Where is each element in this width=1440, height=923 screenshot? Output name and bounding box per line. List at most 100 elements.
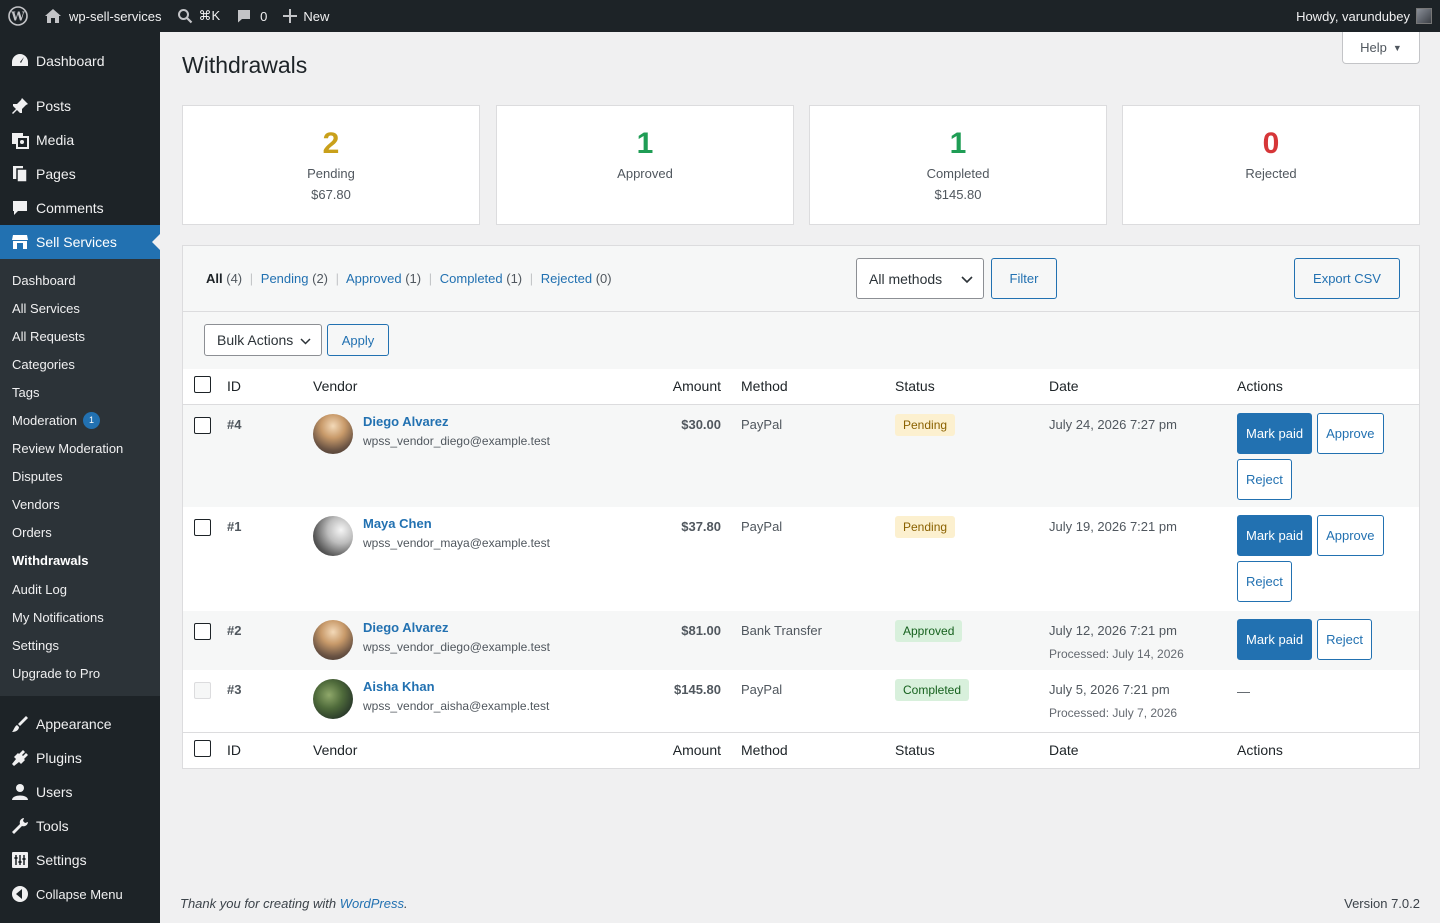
- approve-button[interactable]: Approve: [1317, 515, 1384, 556]
- filter-button[interactable]: Filter: [991, 258, 1057, 299]
- vendor-name-link[interactable]: Diego Alvarez: [363, 414, 550, 429]
- submenu-all-requests[interactable]: All Requests: [0, 322, 160, 350]
- comments-link[interactable]: 0: [228, 0, 275, 32]
- column-amount[interactable]: Amount: [613, 369, 741, 405]
- new-content-link[interactable]: New: [275, 0, 337, 32]
- submenu-tags[interactable]: Tags: [0, 378, 160, 406]
- column-amount-footer[interactable]: Amount: [613, 731, 741, 768]
- approve-button[interactable]: Approve: [1317, 412, 1384, 454]
- submenu-all-services[interactable]: All Services: [0, 294, 160, 322]
- my-account-link[interactable]: Howdy, varundubey: [1296, 8, 1440, 24]
- select-all-checkbox-footer[interactable]: [194, 740, 211, 758]
- column-vendor[interactable]: Vendor: [313, 369, 613, 405]
- column-status-footer[interactable]: Status: [895, 731, 1049, 768]
- processed-date: Processed: July 14, 2026: [1049, 647, 1184, 661]
- column-id[interactable]: ID: [227, 369, 313, 405]
- vendor-name-link[interactable]: Maya Chen: [363, 516, 550, 531]
- row-checkbox[interactable]: [194, 416, 211, 434]
- wordpress-logo-icon[interactable]: W: [0, 0, 36, 32]
- command-search-button[interactable]: ⌘K: [169, 0, 228, 32]
- site-name-link[interactable]: wp-sell-services: [36, 0, 169, 32]
- column-vendor-footer[interactable]: Vendor: [313, 731, 613, 768]
- view-count: (4): [226, 271, 243, 286]
- view-count: (2): [312, 271, 329, 286]
- menu-comments[interactable]: Comments: [0, 191, 160, 225]
- help-tab-button[interactable]: Help ▼: [1342, 32, 1420, 64]
- submenu-disputes[interactable]: Disputes: [0, 463, 160, 491]
- withdrawal-amount: $81.00: [681, 623, 721, 638]
- stat-amount: $67.80: [311, 187, 351, 202]
- apply-button[interactable]: Apply: [327, 324, 389, 356]
- column-id-footer[interactable]: ID: [227, 731, 313, 768]
- home-icon: [44, 8, 62, 24]
- method-filter-select[interactable]: All methods: [856, 258, 984, 299]
- reject-button[interactable]: Reject: [1317, 619, 1372, 660]
- view-completed-link[interactable]: Completed: [440, 271, 503, 286]
- submenu-withdrawals[interactable]: Withdrawals: [0, 547, 160, 575]
- submenu-categories[interactable]: Categories: [0, 350, 160, 378]
- column-method[interactable]: Method: [741, 369, 895, 405]
- column-status[interactable]: Status: [895, 369, 1049, 405]
- view-approved-link[interactable]: Approved: [346, 271, 402, 286]
- menu-users[interactable]: Users: [0, 775, 160, 809]
- view-rejected-link[interactable]: Rejected: [541, 271, 592, 286]
- submenu-audit-log[interactable]: Audit Log: [0, 575, 160, 603]
- withdrawal-amount: $37.80: [681, 519, 721, 534]
- select-all-cell: [183, 369, 227, 405]
- mark-paid-button[interactable]: Mark paid: [1237, 515, 1313, 556]
- vendor-email: wpss_vendor_maya@example.test: [363, 536, 550, 550]
- status-badge: Pending: [895, 413, 956, 436]
- menu-media[interactable]: Media: [0, 123, 160, 157]
- chevron-down-icon: [961, 271, 973, 287]
- collapse-menu-button[interactable]: Collapse Menu: [0, 877, 160, 911]
- avatar: [313, 413, 353, 454]
- reject-button[interactable]: Reject: [1237, 561, 1292, 602]
- menu-pages[interactable]: Pages: [0, 157, 160, 191]
- withdrawal-method: PayPal: [741, 416, 783, 432]
- wordpress-link[interactable]: WordPress: [340, 896, 404, 911]
- menu-tools[interactable]: Tools: [0, 809, 160, 843]
- comment-icon: [236, 8, 252, 24]
- column-date-footer[interactable]: Date: [1049, 731, 1237, 768]
- processed-date: Processed: July 7, 2026: [1049, 706, 1178, 720]
- row-checkbox[interactable]: [194, 519, 211, 536]
- view-all-link[interactable]: All: [206, 271, 223, 286]
- status-badge: Completed: [895, 679, 970, 701]
- menu-appearance[interactable]: Appearance: [0, 707, 160, 741]
- mark-paid-button[interactable]: Mark paid: [1237, 412, 1313, 454]
- brush-icon: [10, 714, 30, 734]
- submenu-settings[interactable]: Settings: [0, 631, 160, 659]
- reject-button[interactable]: Reject: [1237, 458, 1292, 500]
- admin-sidebar: Dashboard Posts Media Pages Comments Sel…: [0, 32, 160, 923]
- withdrawals-panel: All (4) | Pending (2) | Approved (1) | C…: [182, 245, 1420, 769]
- svg-text:W: W: [10, 10, 25, 24]
- bulk-actions-select[interactable]: Bulk Actions: [204, 324, 322, 356]
- submenu-review-moderation[interactable]: Review Moderation: [0, 435, 160, 463]
- submenu-my-notifications[interactable]: My Notifications: [0, 603, 160, 631]
- column-date[interactable]: Date: [1049, 369, 1237, 405]
- vendor-name-link[interactable]: Aisha Khan: [363, 679, 549, 694]
- withdrawal-id: #3: [227, 682, 242, 697]
- pin-icon: [10, 96, 30, 116]
- vendor-name-link[interactable]: Diego Alvarez: [363, 620, 550, 635]
- submenu-upgrade-to-pro[interactable]: Upgrade to Pro: [0, 659, 160, 687]
- column-actions: Actions: [1237, 369, 1419, 405]
- export-csv-button[interactable]: Export CSV: [1294, 258, 1400, 299]
- submenu-moderation[interactable]: Moderation 1: [0, 406, 160, 434]
- submenu-vendors[interactable]: Vendors: [0, 491, 160, 519]
- submenu-orders[interactable]: Orders: [0, 519, 160, 547]
- mark-paid-button[interactable]: Mark paid: [1237, 619, 1313, 660]
- column-method-footer[interactable]: Method: [741, 731, 895, 768]
- submenu-dashboard[interactable]: Dashboard: [0, 266, 160, 294]
- moderation-count-badge: 1: [83, 412, 101, 430]
- site-name: wp-sell-services: [69, 8, 162, 24]
- menu-dashboard[interactable]: Dashboard: [0, 44, 160, 78]
- select-all-checkbox[interactable]: [194, 376, 211, 394]
- menu-settings[interactable]: Settings: [0, 843, 160, 877]
- view-pending-link[interactable]: Pending: [261, 271, 309, 286]
- menu-sell-services[interactable]: Sell Services: [0, 225, 160, 259]
- row-checkbox[interactable]: [194, 623, 211, 640]
- stat-label: Rejected: [1245, 166, 1297, 181]
- menu-plugins[interactable]: Plugins: [0, 741, 160, 775]
- menu-posts[interactable]: Posts: [0, 89, 160, 123]
